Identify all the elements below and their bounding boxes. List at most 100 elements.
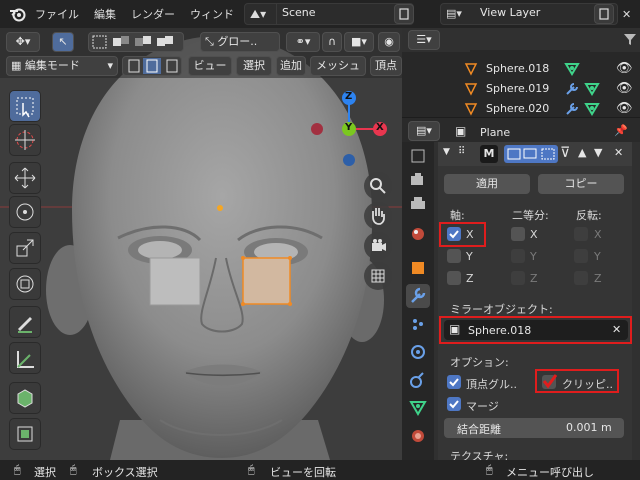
apply-button[interactable]: 適用	[444, 174, 530, 194]
outliner-row-sphere-020[interactable]: Sphere.020 👁	[402, 99, 640, 119]
flip-x-checkbox[interactable]	[574, 227, 588, 241]
wrench-icon	[566, 103, 578, 115]
outliner-row-sphere-019[interactable]: Sphere.019 👁	[402, 79, 640, 99]
menu-add[interactable]: 追加	[276, 56, 306, 76]
modifier-visibility-toggles[interactable]	[504, 145, 558, 163]
properties-editor-type-button[interactable]: ▤▾	[408, 121, 440, 141]
tab-render[interactable]	[406, 168, 430, 192]
close-icon[interactable]: ✕	[622, 8, 631, 21]
constraint-icon	[410, 372, 424, 388]
outliner-item-label: Sphere.020	[486, 102, 550, 115]
camera-view-button[interactable]	[364, 232, 392, 260]
pin-icon[interactable]: 📌	[614, 124, 628, 137]
remove-modifier-button[interactable]: ✕	[614, 146, 623, 159]
snap-toggle[interactable]: ∩	[322, 32, 342, 52]
view-layer-name[interactable]: View Layer	[480, 6, 540, 19]
modifier-name-field[interactable]: M	[480, 145, 498, 163]
tab-physics[interactable]	[406, 340, 430, 364]
flip-y-checkbox[interactable]	[574, 249, 588, 263]
menu-vertex[interactable]: 頂点	[370, 56, 402, 76]
tab-output[interactable]	[406, 192, 430, 216]
menu-file[interactable]: ファイル	[35, 6, 79, 22]
tab-world[interactable]	[406, 256, 430, 280]
pencil-icon	[18, 317, 32, 333]
bisect-x-checkbox[interactable]	[511, 227, 525, 241]
tool-extrude[interactable]	[9, 418, 41, 450]
merge-distance-value: 0.001 m	[566, 421, 612, 434]
new-scene-button[interactable]	[394, 4, 414, 24]
tab-particles[interactable]	[406, 312, 430, 336]
drag-handle-icon[interactable]: ⠿	[458, 146, 465, 157]
outliner-row-sphere-018[interactable]: Sphere.018 👁	[402, 59, 640, 79]
axis-y-checkbox[interactable]	[447, 249, 461, 263]
tool-measure[interactable]	[9, 342, 41, 374]
axis-x-checkbox[interactable]	[447, 227, 461, 241]
mesh-triangle-icon	[464, 83, 478, 96]
outliner-filter-button[interactable]	[624, 32, 636, 49]
snap-target-dropdown[interactable]: ■▾	[344, 32, 374, 52]
mode-dropdown[interactable]: ▦ 編集モード ▾	[6, 56, 118, 76]
menu-mesh[interactable]: メッシュ	[310, 56, 366, 76]
bisect-z-checkbox[interactable]	[511, 271, 525, 285]
tab-scene[interactable]	[406, 222, 430, 246]
tool-rotate[interactable]	[9, 196, 41, 228]
eye-icon[interactable]: 👁	[616, 101, 633, 116]
clipping-checkbox[interactable]	[542, 374, 558, 389]
eye-icon[interactable]: 👁	[616, 81, 633, 96]
tab-data[interactable]	[406, 396, 430, 420]
tool-annotate[interactable]	[9, 306, 41, 338]
zoom-button[interactable]	[364, 172, 392, 200]
menu-view[interactable]: ビュー	[188, 56, 232, 76]
clear-field-icon[interactable]: ✕	[612, 323, 621, 336]
tool-add-cube[interactable]	[9, 382, 41, 414]
merge-checkbox[interactable]	[447, 397, 461, 411]
tab-constraints[interactable]	[406, 368, 430, 392]
tool-scale[interactable]	[9, 232, 41, 264]
list-icon: ☰▾	[416, 33, 432, 46]
scene-name[interactable]: Scene	[282, 6, 316, 19]
proportional-edit-toggle[interactable]: ◉	[378, 32, 400, 52]
material-icon	[412, 430, 424, 442]
scene-selector[interactable]	[244, 3, 414, 25]
select-mode-group[interactable]	[88, 32, 184, 52]
tool-move[interactable]	[9, 162, 41, 194]
outliner-editor-type-button[interactable]: ☰▾	[408, 30, 440, 50]
transform-orientation-dropdown[interactable]: ⤡ グロー..	[200, 32, 280, 52]
tab-modifiers[interactable]	[406, 284, 430, 308]
menu-select[interactable]: 選択	[236, 56, 272, 76]
bisect-y-checkbox[interactable]	[511, 249, 525, 263]
tool-transform[interactable]	[9, 268, 41, 300]
merge-label: マージ	[466, 400, 499, 413]
perspective-toggle-button[interactable]	[364, 262, 392, 290]
tab-material[interactable]	[406, 424, 430, 448]
select-mode-vertex-edge-face[interactable]	[122, 56, 182, 76]
copy-button[interactable]: コピー	[538, 174, 624, 194]
move-down-button[interactable]: ▼	[594, 146, 602, 159]
new-view-layer-button[interactable]	[594, 4, 614, 24]
tab-tool[interactable]	[406, 144, 430, 168]
menu-window[interactable]: ウィンド	[190, 6, 234, 22]
select-tool-button[interactable]: ↖	[52, 32, 74, 52]
mouse-middle-icon: 🖱	[248, 463, 255, 476]
properties-icon: ▤▾	[416, 124, 432, 137]
editor-type-button[interactable]: ✥▾	[6, 32, 40, 52]
menu-render[interactable]: レンダー	[131, 6, 175, 22]
move-up-button[interactable]: ▲	[578, 146, 586, 159]
tool-select-box[interactable]	[9, 90, 41, 122]
extrude-icon	[17, 426, 33, 442]
blender-logo-icon[interactable]	[9, 6, 27, 22]
vertex-groups-checkbox[interactable]	[447, 375, 461, 389]
printer-icon	[411, 197, 425, 209]
gizmo-z-label: Z	[345, 91, 353, 102]
tool-cursor[interactable]	[9, 124, 41, 156]
menu-edit[interactable]: 編集	[94, 6, 116, 22]
pivot-dropdown[interactable]: ⚭▾	[286, 32, 320, 52]
flip-z-checkbox[interactable]	[574, 271, 588, 285]
pan-button[interactable]	[364, 202, 392, 230]
axis-z-checkbox[interactable]	[447, 271, 461, 285]
eye-icon[interactable]: 👁	[616, 61, 633, 76]
object-orange-icon	[412, 262, 424, 274]
on-cage-icon[interactable]: ⊽	[560, 145, 570, 161]
mirror-object-value: Sphere.018	[468, 324, 532, 337]
collapse-arrow-icon[interactable]: ▼	[443, 147, 450, 157]
